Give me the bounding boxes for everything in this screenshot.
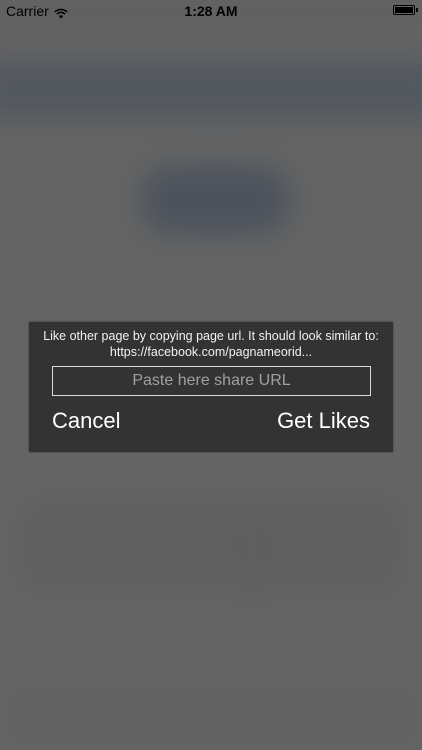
battery-level xyxy=(395,7,413,13)
share-url-input[interactable] xyxy=(52,366,371,396)
cancel-button[interactable]: Cancel xyxy=(52,408,120,434)
status-time: 1:28 AM xyxy=(184,3,238,19)
battery-icon xyxy=(393,5,418,15)
share-url-dialog: Like other page by copying page url. It … xyxy=(29,322,393,452)
status-bar: Carrier 1:28 AM xyxy=(0,0,422,22)
dialog-message: Like other page by copying page url. It … xyxy=(43,329,379,359)
get-likes-button[interactable]: Get Likes xyxy=(277,408,370,434)
